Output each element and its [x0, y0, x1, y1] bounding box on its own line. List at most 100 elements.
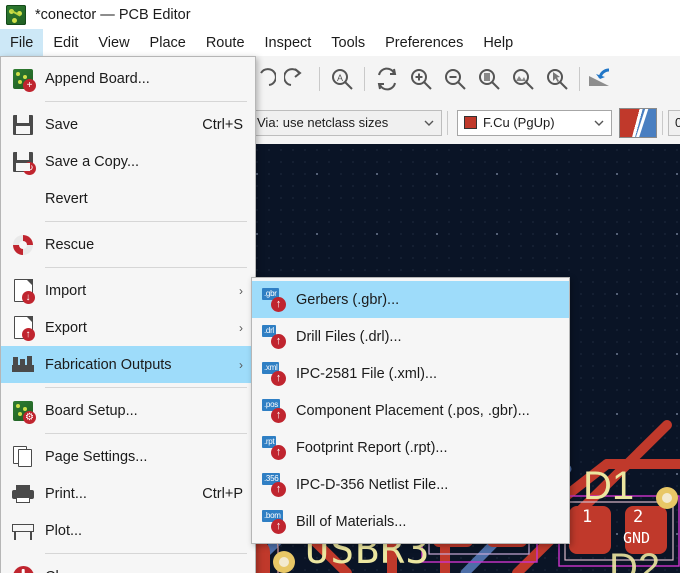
active-layer-label: F.Cu (PgUp) — [483, 115, 555, 130]
menubar-item-file[interactable]: File — [0, 29, 44, 56]
via-size-label: Via: use netclass sizes — [257, 115, 389, 130]
menu-item-label: Close — [45, 569, 82, 573]
import-icon: ↓ — [11, 279, 35, 304]
menu-item-label: Print... — [45, 485, 87, 502]
redo-icon[interactable] — [280, 62, 314, 96]
active-layer-dropdown[interactable]: F.Cu (PgUp) — [457, 109, 612, 136]
menu-item-label: Plot... — [45, 522, 83, 539]
menu-item-page-settings[interactable]: Page Settings... — [1, 438, 255, 475]
toolbar-separator — [364, 66, 365, 91]
zoom-to-selection-icon[interactable] — [540, 62, 574, 96]
xml-file-icon: .xml ↑ — [262, 361, 286, 386]
plus-badge: + — [23, 78, 36, 92]
via-size-dropdown[interactable]: Via: use netclass sizes — [250, 109, 442, 136]
up-arrow-badge: ↑ — [271, 444, 286, 460]
drl-file-icon: .drl ↑ — [262, 324, 286, 349]
toolbar-separator — [319, 66, 320, 91]
menu-item-save[interactable]: Save Ctrl+S — [1, 106, 255, 143]
up-arrow-badge: ↑ — [271, 518, 286, 534]
bom-file-icon: .bom ↑ — [262, 509, 286, 534]
zoom-out-icon[interactable] — [438, 62, 472, 96]
save-copy-icon: ↻ — [11, 150, 36, 175]
gbr-file-icon: .gbr ↑ — [262, 287, 286, 312]
menu-separator — [45, 553, 247, 554]
find-icon[interactable]: A — [325, 62, 359, 96]
submenu-arrow-icon: › — [239, 357, 243, 372]
rescue-icon — [11, 233, 35, 257]
copy-badge: ↻ — [23, 161, 36, 175]
menu-item-save-a-copy[interactable]: ↻ Save a Copy... — [1, 143, 255, 180]
refresh-icon[interactable] — [370, 62, 404, 96]
menu-item-revert[interactable]: Revert — [1, 180, 255, 217]
menu-item-print[interactable]: Print... Ctrl+P — [1, 475, 255, 512]
menu-separator — [45, 433, 247, 434]
factory-icon — [11, 353, 35, 377]
submenu-arrow-icon: › — [239, 320, 243, 335]
menubar-item-preferences[interactable]: Preferences — [375, 29, 473, 56]
menu-item-rescue[interactable]: Rescue — [1, 226, 255, 263]
menu-item-gerbers[interactable]: .gbr ↑ Gerbers (.gbr)... — [252, 281, 569, 318]
rpt-file-icon: .rpt ↑ — [262, 435, 286, 460]
menu-item-label: Gerbers (.gbr)... — [296, 291, 400, 308]
undo-zoom-icon[interactable] — [585, 62, 619, 96]
layer-pair-swatch[interactable] — [619, 107, 657, 138]
menu-separator — [45, 387, 247, 388]
grid-size-field[interactable]: 0.5 — [668, 109, 680, 136]
menu-item-plot[interactable]: Plot... — [1, 512, 255, 549]
toolbar-separator — [662, 110, 663, 135]
menu-item-label: Drill Files (.drl)... — [296, 328, 402, 345]
menu-item-ipc-2581[interactable]: .xml ↑ IPC-2581 File (.xml)... — [252, 355, 569, 392]
menu-item-label: Save a Copy... — [45, 153, 140, 170]
zoom-in-icon[interactable] — [404, 62, 438, 96]
export-icon: ↑ — [11, 316, 35, 341]
menubar-item-help[interactable]: Help — [473, 29, 523, 56]
menu-item-bill-of-materials[interactable]: .bom ↑ Bill of Materials... — [252, 503, 569, 540]
menu-item-close[interactable]: Close — [1, 558, 255, 573]
menu-item-label: Export — [45, 319, 87, 336]
close-icon — [11, 565, 35, 573]
356-file-icon: .356 ↑ — [262, 472, 286, 497]
menu-item-label: Page Settings... — [45, 448, 148, 465]
menu-item-board-setup[interactable]: ⚙ Board Setup... — [1, 392, 255, 429]
menu-item-import[interactable]: ↓ Import › — [1, 272, 255, 309]
menubar-item-view[interactable]: View — [88, 29, 139, 56]
zoom-to-objects-icon[interactable] — [506, 62, 540, 96]
fabrication-outputs-submenu: .gbr ↑ Gerbers (.gbr)... .drl ↑ Drill File… — [251, 277, 570, 544]
save-icon — [11, 113, 35, 137]
menu-item-export[interactable]: ↑ Export › — [1, 309, 255, 346]
menu-item-component-placement[interactable]: .pos ↑ Component Placement (.pos, .gbr)..… — [252, 392, 569, 429]
menu-separator — [45, 101, 247, 102]
silkscreen-label-d1: D1 — [583, 464, 635, 508]
menu-item-drill-files[interactable]: .drl ↑ Drill Files (.drl)... — [252, 318, 569, 355]
menubar-item-edit[interactable]: Edit — [43, 29, 88, 56]
menubar-item-tools[interactable]: Tools — [321, 29, 375, 56]
zoom-to-page-icon[interactable] — [472, 62, 506, 96]
pcb-editor-window: *conector — PCB Editor File Edit View Pl… — [0, 0, 680, 573]
menu-item-ipc-d-356[interactable]: .356 ↑ IPC-D-356 Netlist File... — [252, 466, 569, 503]
title-bar: *conector — PCB Editor — [0, 0, 680, 29]
submenu-arrow-icon: › — [239, 283, 243, 298]
menu-item-accel: Ctrl+P — [202, 485, 243, 502]
down-arrow-badge: ↓ — [21, 291, 35, 304]
menu-item-footprint-report[interactable]: .rpt ↑ Footprint Report (.rpt)... — [252, 429, 569, 466]
pad-label-gnd: GND — [623, 529, 651, 547]
menubar-item-inspect[interactable]: Inspect — [255, 29, 322, 56]
menubar-item-place[interactable]: Place — [140, 29, 196, 56]
menu-item-label: Rescue — [45, 236, 95, 253]
svg-text:A: A — [337, 73, 343, 83]
menu-separator — [45, 267, 247, 268]
menu-item-label: Footprint Report (.rpt)... — [296, 439, 448, 456]
up-arrow-badge: ↑ — [271, 481, 286, 497]
menu-item-append-board[interactable]: + Append Board... — [1, 60, 255, 97]
menu-item-label: IPC-2581 File (.xml)... — [296, 365, 437, 382]
append-board-icon: + — [11, 67, 36, 92]
menubar-item-route[interactable]: Route — [196, 29, 255, 56]
up-arrow-badge: ↑ — [271, 370, 286, 386]
menu-item-label: Import — [45, 282, 87, 299]
menu-item-accel: Ctrl+S — [202, 116, 243, 133]
toolbar-separator — [447, 110, 448, 135]
toolbar-separator — [579, 66, 580, 91]
menu-item-fabrication-outputs[interactable]: Fabrication Outputs › — [1, 346, 255, 383]
up-arrow-badge: ↑ — [271, 333, 286, 349]
window-title: *conector — PCB Editor — [35, 6, 191, 23]
